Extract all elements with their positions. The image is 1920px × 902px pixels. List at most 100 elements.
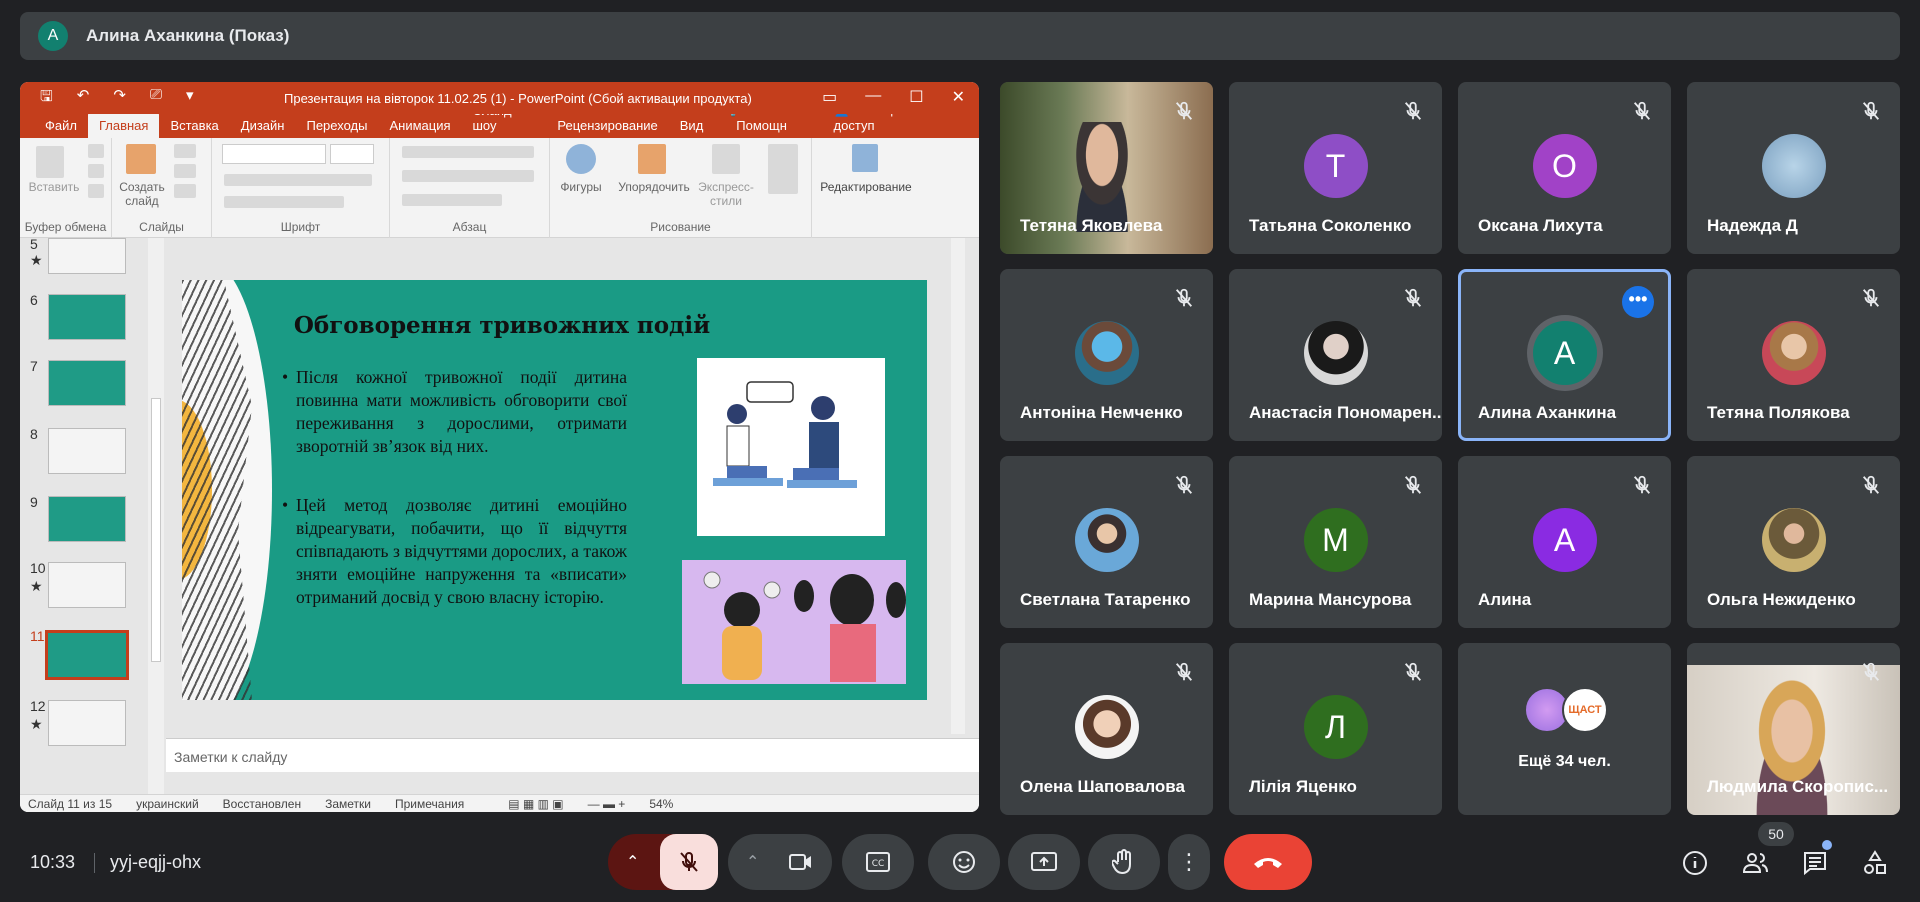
participant-tile[interactable]: Ольга Нежиденко: [1687, 456, 1900, 628]
participant-tile[interactable]: Антоніна Немченко: [1000, 269, 1213, 441]
participant-tile[interactable]: Людмила Скоропис...: [1687, 643, 1900, 815]
tab-view[interactable]: Вид: [669, 118, 715, 138]
shape-fill-icons[interactable]: [768, 144, 798, 194]
indent-icons[interactable]: [402, 194, 502, 206]
section-icon[interactable]: [174, 184, 196, 198]
thumbnail-scrollbar[interactable]: [148, 238, 164, 794]
minimize-icon[interactable]: —: [865, 87, 881, 107]
svg-text:CC: CC: [872, 859, 885, 869]
reset-icon[interactable]: [174, 164, 196, 178]
reactions-button[interactable]: [928, 834, 1000, 890]
new-slide-icon[interactable]: [126, 144, 156, 174]
thumb-star: ★: [30, 578, 43, 594]
notes-pane[interactable]: Заметки к слайду: [166, 738, 979, 772]
font-format-icons[interactable]: [224, 174, 372, 186]
raise-hand-button[interactable]: [1088, 834, 1160, 890]
slide-thumbnail-selected[interactable]: [45, 630, 129, 680]
language[interactable]: украинский: [136, 797, 199, 811]
activities-icon[interactable]: [1862, 850, 1888, 876]
participant-tile[interactable]: A Алина: [1458, 456, 1671, 628]
tab-file[interactable]: Файл: [34, 118, 88, 138]
layout-icon[interactable]: [174, 144, 196, 158]
paste-icon[interactable]: [36, 146, 64, 178]
mic-off-icon: [1175, 475, 1193, 494]
view-buttons[interactable]: ▤ ▦ ▥ ▣: [508, 797, 563, 811]
font-size-field[interactable]: [330, 144, 374, 164]
slide-thumbnail[interactable]: [48, 360, 126, 406]
slide-thumbnail[interactable]: [48, 428, 126, 474]
participant-tile[interactable]: O Оксана Лихута: [1458, 82, 1671, 254]
redo-icon[interactable]: ↷: [113, 86, 126, 111]
clipboard-group-label: Буфер обмена: [24, 220, 107, 234]
audio-options-chevron-icon[interactable]: ⌃: [626, 852, 639, 872]
tab-review[interactable]: Рецензирование: [546, 118, 668, 138]
format-painter-icon[interactable]: [88, 184, 104, 198]
video-options-chevron-icon[interactable]: ⌃: [746, 852, 759, 872]
more-participants-label: Ещё 34 чел.: [1518, 753, 1611, 770]
shapes-icon[interactable]: [566, 144, 596, 174]
participant-tile[interactable]: T Татьяна Соколенко: [1229, 82, 1442, 254]
chat-icon[interactable]: [1802, 850, 1828, 876]
participant-tile[interactable]: Анастасія Пономарен...: [1229, 269, 1442, 441]
editing-label[interactable]: Редактирование: [812, 180, 920, 194]
align-icons[interactable]: [402, 170, 534, 182]
font-color-icons[interactable]: [224, 196, 344, 208]
presenter-avatar: А: [38, 21, 68, 51]
current-slide[interactable]: Обговорення тривожних подій Після кожної…: [182, 280, 927, 700]
copy-icon[interactable]: [88, 164, 104, 178]
tab-insert[interactable]: Вставка: [159, 118, 229, 138]
participant-tile[interactable]: M Марина Мансурова: [1229, 456, 1442, 628]
thumbnail-scroll-thumb[interactable]: [151, 398, 161, 662]
more-participants-tile[interactable]: ЩАСТ Ещё 34 чел.: [1458, 643, 1671, 815]
info-icon[interactable]: [1682, 850, 1708, 876]
customize-icon[interactable]: ▾: [186, 86, 194, 111]
arrange-icon[interactable]: [638, 144, 666, 174]
people-icon[interactable]: [1742, 850, 1768, 876]
participant-name: Ольга Нежиденко: [1707, 590, 1856, 609]
more-options-button[interactable]: ⋮: [1168, 834, 1210, 890]
participant-tile[interactable]: Л Лілія Яценко: [1229, 643, 1442, 815]
participant-tile[interactable]: Светлана Татаренко: [1000, 456, 1213, 628]
leave-call-button[interactable]: [1224, 834, 1312, 890]
more-options-icon[interactable]: •••: [1622, 286, 1654, 318]
quick-styles-icon[interactable]: [712, 144, 740, 174]
tab-home[interactable]: Главная: [87, 113, 160, 138]
maximize-icon[interactable]: ☐: [909, 87, 923, 107]
undo-icon[interactable]: ↶: [77, 86, 90, 111]
ppt-menu-tabs: Файл Главная Вставка Дизайн Переходы Ани…: [20, 102, 979, 138]
save-icon[interactable]: 🖫: [40, 86, 53, 111]
slide-thumbnail[interactable]: [48, 294, 126, 340]
slide-thumbnail[interactable]: [48, 238, 126, 274]
participant-tile[interactable]: Надежда Д: [1687, 82, 1900, 254]
zoom-slider[interactable]: — ▬ +: [588, 797, 626, 811]
font-name-field[interactable]: [222, 144, 326, 164]
cut-icon[interactable]: [88, 144, 104, 158]
tab-animation[interactable]: Анимация: [378, 118, 461, 138]
emoji-icon: [953, 851, 975, 873]
ribbon-display-icon[interactable]: ▭: [822, 87, 837, 107]
mic-off-icon: [1404, 101, 1422, 120]
slide-thumbnail[interactable]: [48, 700, 126, 746]
mic-toggle-button[interactable]: [660, 834, 718, 890]
tab-design[interactable]: Дизайн: [230, 118, 296, 138]
slide-thumbnail[interactable]: [48, 496, 126, 542]
captions-button[interactable]: CC: [842, 834, 914, 890]
participant-tile-self[interactable]: ••• A Алина Аханкина: [1458, 269, 1671, 441]
list-icons[interactable]: [402, 146, 534, 158]
camera-icon[interactable]: [788, 850, 814, 874]
participant-tile[interactable]: Тетяна Полякова: [1687, 269, 1900, 441]
present-icon[interactable]: ⎚: [150, 86, 162, 111]
mic-off-icon: [1175, 101, 1193, 120]
participant-tile[interactable]: Олена Шаповалова: [1000, 643, 1213, 815]
mic-off-icon: [680, 851, 698, 872]
slide-thumbnail[interactable]: [48, 562, 126, 608]
find-icon[interactable]: [852, 144, 878, 172]
present-screen-button[interactable]: [1008, 834, 1080, 890]
tab-transitions[interactable]: Переходы: [295, 118, 378, 138]
zoom-level[interactable]: 54%: [649, 797, 673, 811]
notes-toggle[interactable]: Заметки: [325, 797, 371, 811]
participant-tile[interactable]: Тетяна Яковлева: [1000, 82, 1213, 254]
slide-scrollbar[interactable]: [951, 238, 965, 734]
close-icon[interactable]: ✕: [952, 87, 965, 107]
comments-toggle[interactable]: Примечания: [395, 797, 464, 811]
